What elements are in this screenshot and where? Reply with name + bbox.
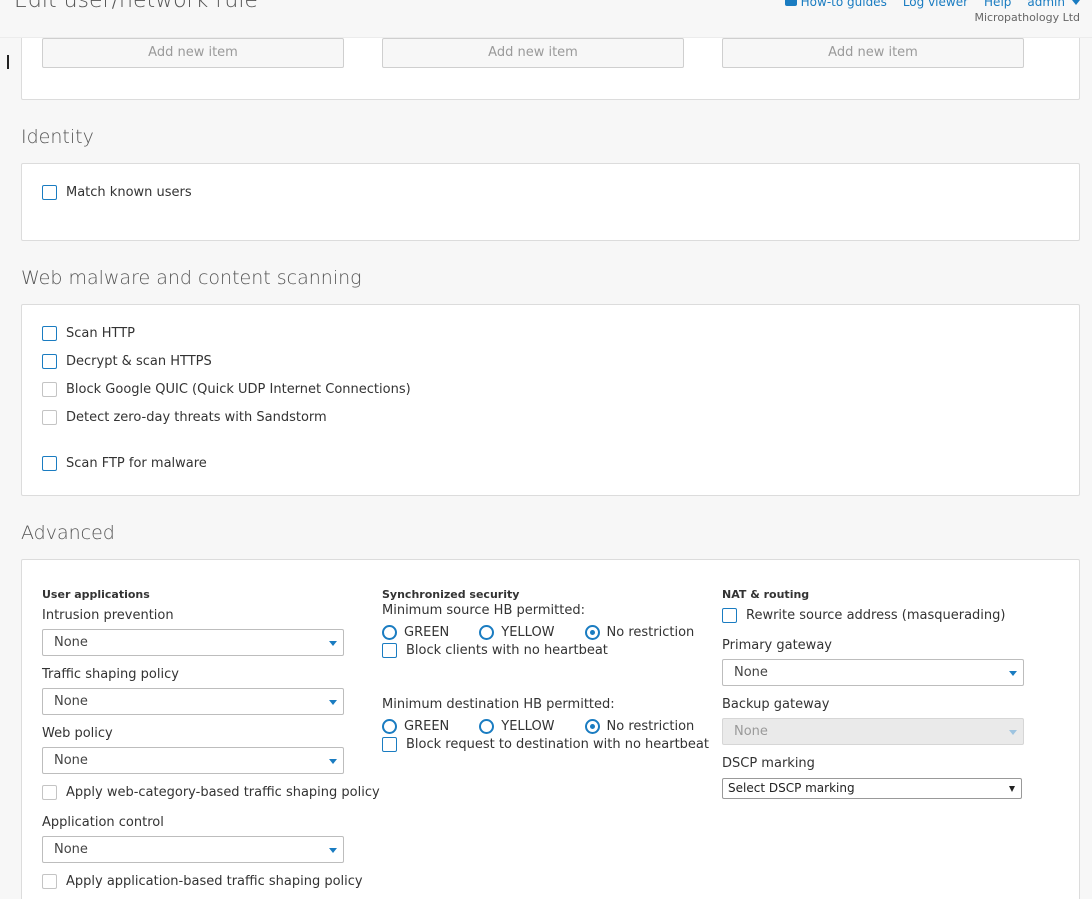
checkbox-label: Match known users — [66, 185, 192, 200]
dscp-marking-label: DSCP marking — [722, 756, 815, 771]
how-to-guides-link[interactable]: How-to guides — [784, 0, 887, 9]
min-source-hb-radios: GREEN YELLOW No restriction — [382, 625, 694, 640]
web-category-shaping-checkbox[interactable]: Apply web-category-based traffic shaping… — [42, 785, 380, 800]
web-scanning-panel: Scan HTTP Decrypt & scan HTTPS Block Goo… — [21, 304, 1080, 496]
checkbox-box[interactable] — [42, 185, 57, 200]
traffic-shaping-label: Traffic shaping policy — [42, 667, 179, 682]
checkbox-label: Decrypt & scan HTTPS — [66, 354, 212, 369]
page-title: Edit user/network rule — [14, 0, 258, 13]
nat-routing-heading: NAT & routing — [722, 588, 810, 601]
checkbox-box[interactable] — [382, 643, 397, 658]
log-viewer-link[interactable]: Log viewer — [903, 0, 968, 9]
checkbox-label: Block clients with no heartbeat — [406, 643, 608, 658]
top-links: How-to guides Log viewer Help admin — [784, 0, 1080, 9]
company-name: Micropathology Ltd — [974, 11, 1080, 24]
decrypt-scan-https-checkbox[interactable]: Decrypt & scan HTTPS — [42, 354, 212, 369]
chevron-down-icon — [1072, 0, 1080, 5]
checkbox-label: Scan HTTP — [66, 326, 136, 341]
dscp-marking-select[interactable]: Select DSCP marking — [722, 778, 1022, 799]
checkbox-box[interactable] — [722, 608, 737, 623]
intrusion-prevention-select[interactable]: None — [42, 629, 344, 656]
sandstorm-checkbox[interactable]: Detect zero-day threats with Sandstorm — [42, 410, 327, 425]
destination-yellow-radio[interactable]: YELLOW — [479, 719, 555, 734]
primary-gateway-label: Primary gateway — [722, 638, 832, 653]
backup-gateway-label: Backup gateway — [722, 697, 830, 712]
source-no-restriction-radio[interactable]: No restriction — [584, 625, 694, 640]
destination-no-restriction-radio[interactable]: No restriction — [584, 719, 694, 734]
checkbox-box[interactable] — [382, 737, 397, 752]
primary-gateway-select[interactable]: None — [722, 659, 1024, 686]
block-quic-checkbox[interactable]: Block Google QUIC (Quick UDP Internet Co… — [42, 382, 411, 397]
dropdown-arrow-icon — [1009, 671, 1017, 676]
identity-panel: Match known users — [21, 163, 1080, 241]
dropdown-arrow-icon — [329, 759, 337, 764]
add-new-item-button[interactable]: Add new item — [42, 38, 344, 68]
masquerading-checkbox[interactable]: Rewrite source address (masquerading) — [722, 608, 1005, 623]
checkbox-label: Block request to destination with no hea… — [406, 737, 709, 752]
dropdown-arrow-icon — [329, 700, 337, 705]
radio-button[interactable] — [479, 719, 495, 734]
radio-button[interactable] — [584, 719, 600, 734]
source-yellow-radio[interactable]: YELLOW — [479, 625, 555, 640]
web-policy-label: Web policy — [42, 726, 113, 741]
application-control-select[interactable]: None — [42, 836, 344, 863]
checkbox-box[interactable] — [42, 874, 57, 889]
scan-http-checkbox[interactable]: Scan HTTP — [42, 326, 135, 341]
radio-button[interactable] — [479, 625, 495, 640]
checkbox-box[interactable] — [42, 456, 57, 471]
checkbox-box[interactable] — [42, 354, 57, 369]
add-new-item-button[interactable]: Add new item — [722, 38, 1024, 68]
checkbox-box[interactable] — [42, 785, 57, 800]
checkbox-label: Detect zero-day threats with Sandstorm — [66, 410, 327, 425]
add-new-item-button[interactable]: Add new item — [382, 38, 684, 68]
checkbox-box[interactable] — [42, 382, 57, 397]
dropdown-arrow-icon — [1009, 730, 1017, 735]
advanced-panel: User applications Intrusion prevention N… — [21, 559, 1080, 899]
block-destination-no-heartbeat-checkbox[interactable]: Block request to destination with no hea… — [382, 737, 709, 752]
checkbox-label: Apply web-category-based traffic shaping… — [66, 785, 380, 800]
application-shaping-checkbox[interactable]: Apply application-based traffic shaping … — [42, 874, 363, 889]
traffic-shaping-select[interactable]: None — [42, 688, 344, 715]
checkbox-box[interactable] — [42, 410, 57, 425]
web-policy-select[interactable]: None — [42, 747, 344, 774]
radio-button[interactable] — [382, 625, 397, 640]
min-destination-hb-label: Minimum destination HB permitted: — [382, 697, 615, 712]
min-source-hb-label: Minimum source HB permitted: — [382, 603, 585, 618]
help-link[interactable]: Help — [984, 0, 1011, 9]
checkbox-label: Scan FTP for malware — [66, 456, 207, 471]
min-destination-hb-radios: GREEN YELLOW No restriction — [382, 719, 694, 734]
match-known-users-checkbox[interactable]: Match known users — [42, 185, 192, 200]
video-camera-icon — [784, 0, 797, 6]
web-scanning-section-title: Web malware and content scanning — [21, 267, 362, 289]
block-clients-no-heartbeat-checkbox[interactable]: Block clients with no heartbeat — [382, 643, 608, 658]
top-bar: Edit user/network rule How-to guides Log… — [0, 0, 1092, 38]
dropdown-arrow-icon — [1009, 786, 1015, 792]
synchronized-security-heading: Synchronized security — [382, 588, 520, 601]
text-cursor — [7, 55, 9, 69]
advanced-section-title: Advanced — [21, 522, 115, 544]
radio-button[interactable] — [382, 719, 397, 734]
scan-ftp-checkbox[interactable]: Scan FTP for malware — [42, 456, 207, 471]
checkbox-label: Apply application-based traffic shaping … — [66, 874, 363, 889]
dropdown-arrow-icon — [329, 848, 337, 853]
user-applications-heading: User applications — [42, 588, 150, 601]
identity-section-title: Identity — [21, 126, 94, 148]
dropdown-arrow-icon — [329, 641, 337, 646]
intrusion-prevention-label: Intrusion prevention — [42, 608, 174, 623]
checkbox-label: Rewrite source address (masquerading) — [746, 608, 1006, 623]
source-green-radio[interactable]: GREEN — [382, 625, 449, 640]
radio-button[interactable] — [584, 625, 600, 640]
destination-green-radio[interactable]: GREEN — [382, 719, 449, 734]
checkbox-box[interactable] — [42, 326, 57, 341]
checkbox-label: Block Google QUIC (Quick UDP Internet Co… — [66, 382, 411, 397]
admin-menu[interactable]: admin — [1027, 0, 1080, 9]
application-control-label: Application control — [42, 815, 164, 830]
backup-gateway-select[interactable]: None — [722, 718, 1024, 745]
